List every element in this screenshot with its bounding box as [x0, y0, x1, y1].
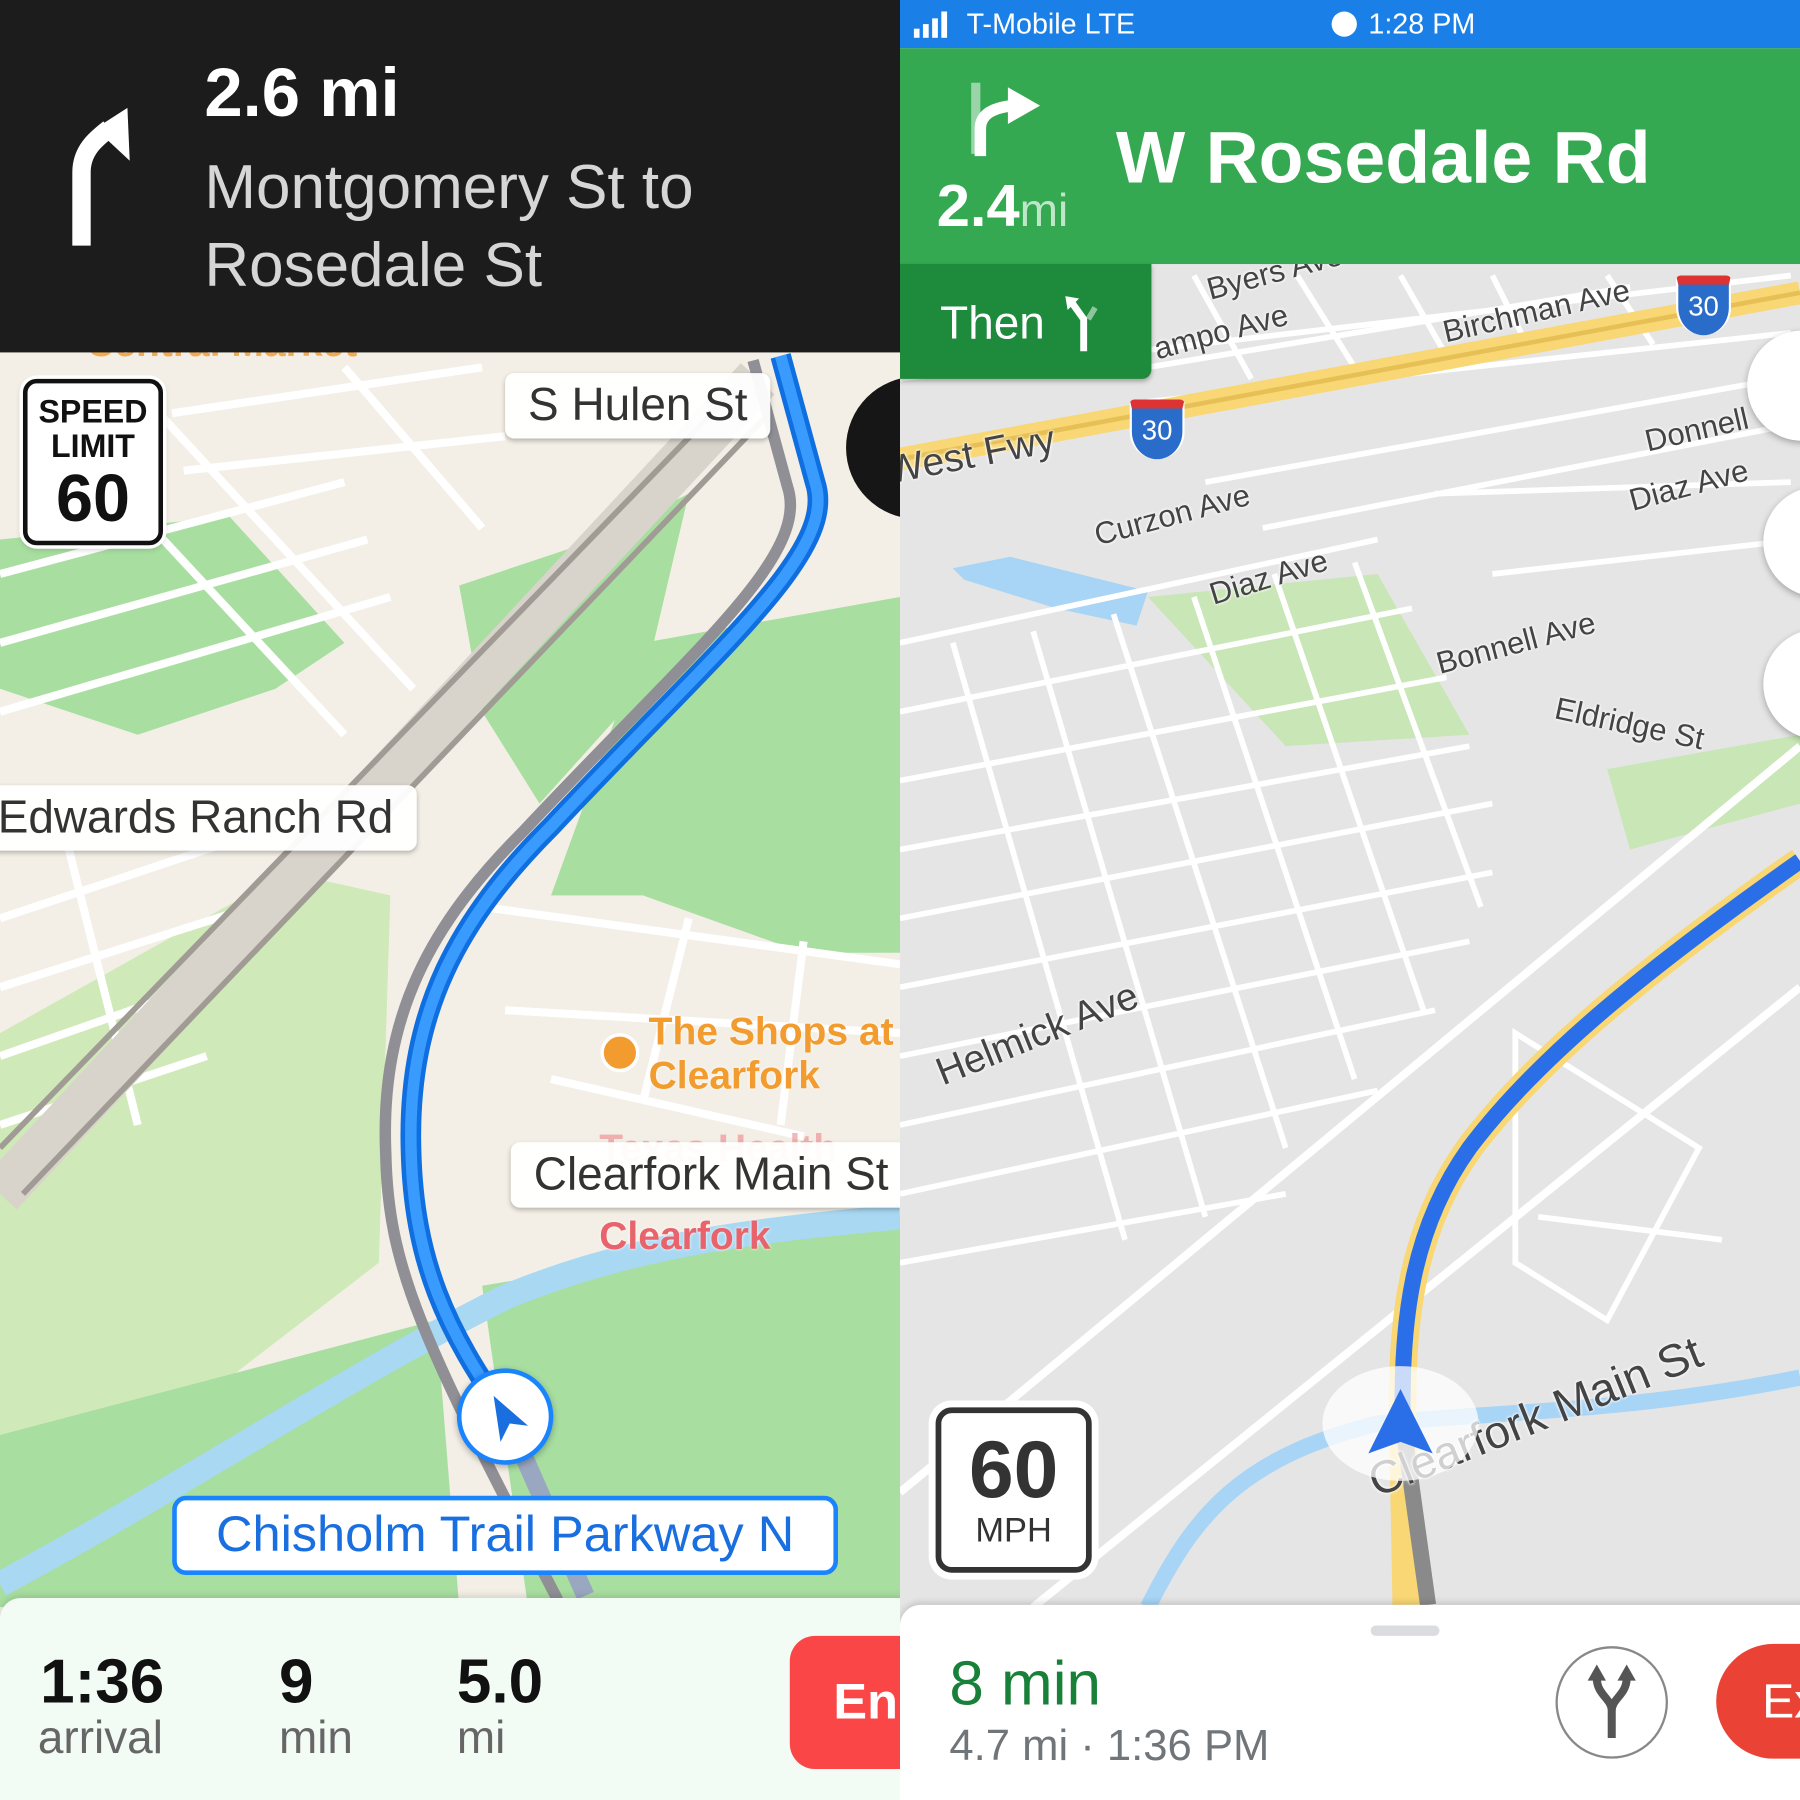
- lake: [952, 556, 1148, 626]
- slight-left-arrow-icon: [1065, 296, 1098, 352]
- speed-limit-value: 60: [55, 461, 131, 537]
- time-remaining-value: 9: [278, 1647, 314, 1717]
- carrier-label: T-Mobile LTE: [966, 8, 1136, 41]
- current-location-puck: [456, 1368, 554, 1465]
- slight-right-arrow-icon: [72, 107, 130, 246]
- trip-details: 4.7 mi · 1:36 PM: [949, 1721, 1270, 1771]
- nav-banner: 2.4mi W Rosedale Rd: [899, 48, 1800, 265]
- navigation-arrow-icon: [493, 1395, 529, 1442]
- exit-navigation-button[interactable]: Exit: [1716, 1643, 1800, 1759]
- clearfork-main-st-label[interactable]: Clearfork Main St: [510, 1142, 900, 1208]
- edwards-ranch-rd-label[interactable]: Edwards Ranch Rd: [0, 785, 417, 851]
- turn-right-arrow-icon: [971, 82, 1041, 157]
- end-route-button[interactable]: End: [789, 1635, 900, 1770]
- route-split-icon: [1587, 1664, 1636, 1739]
- maneuver-instruction-line1: Montgomery St to: [204, 152, 694, 222]
- shops-line1: The Shops at: [648, 1010, 894, 1054]
- interstate-30-shield-1: 30: [1129, 399, 1185, 460]
- exit-button-label: Exit: [1762, 1673, 1800, 1728]
- alternate-routes-button[interactable]: [1555, 1646, 1668, 1759]
- speed-unit: MPH: [975, 1511, 1052, 1550]
- trip-summary-card[interactable]: 1:36 arrival 9 min 5.0 mi End: [0, 1597, 900, 1800]
- apple-maps-panel: Central Market SPEED LIMIT 60 S Hulen St…: [0, 0, 900, 1800]
- distance-unit: mi: [1019, 185, 1069, 237]
- then-maneuver-chip: Then: [899, 264, 1152, 379]
- s-hulen-st-label[interactable]: S Hulen St: [505, 373, 771, 439]
- next-street-name: W Rosedale Rd: [1115, 115, 1651, 199]
- google-maps-panel: Byers Ave ampo Ave Birchman Ave West Fwy…: [899, 0, 1800, 1800]
- status-time: 1:28 PM: [1368, 8, 1476, 41]
- maneuver-distance: 2.4mi: [937, 172, 1068, 241]
- status-bar: T-Mobile LTE 1:28 PM: [899, 0, 1800, 49]
- shopping-poi-icon[interactable]: [600, 1033, 640, 1073]
- arrival-label: arrival: [37, 1712, 163, 1764]
- distance-remaining-value: 5.0: [456, 1647, 544, 1717]
- distance-value: 2.4: [936, 173, 1020, 240]
- time-remaining-label: min: [278, 1712, 353, 1764]
- speed-limit-sign: SPEED LIMIT 60: [22, 378, 164, 546]
- trip-summary-sheet[interactable]: 8 min 4.7 mi · 1:36 PM Exit: [899, 1604, 1800, 1800]
- navigation-arrow-icon: [1368, 1389, 1433, 1454]
- current-road-label: Chisholm Trail Parkway N: [172, 1495, 839, 1575]
- nav-header: 2.6 mi Montgomery St to Rosedale St: [0, 0, 900, 353]
- clearfork-hospital-label[interactable]: Clearfork: [599, 1215, 770, 1260]
- current-location-puck: [1322, 1366, 1479, 1481]
- shops-line2: Clearfork: [648, 1053, 820, 1098]
- interstate-30-shield-2: 30: [1676, 275, 1732, 336]
- speed-sign: 60 MPH: [935, 1407, 1092, 1573]
- speed-value: 60: [968, 1424, 1059, 1515]
- distance-remaining-label: mi: [456, 1712, 506, 1764]
- eta-duration: 8 min: [949, 1649, 1101, 1719]
- speed-limit-word2: LIMIT: [51, 428, 135, 464]
- end-button-label: End: [833, 1673, 900, 1730]
- shops-poi-label[interactable]: The Shops at Clearfork: [649, 1010, 894, 1097]
- maneuver-instruction-line2: Rosedale St: [204, 230, 543, 300]
- sheet-drag-handle[interactable]: [1370, 1625, 1440, 1636]
- maneuver-distance: 2.6 mi: [204, 53, 400, 131]
- speed-limit-word1: SPEED: [38, 393, 148, 430]
- arrival-value: 1:36: [40, 1647, 165, 1717]
- signal-strength-icon: [913, 11, 948, 38]
- location-services-icon: [1331, 11, 1357, 37]
- then-label: Then: [940, 298, 1045, 349]
